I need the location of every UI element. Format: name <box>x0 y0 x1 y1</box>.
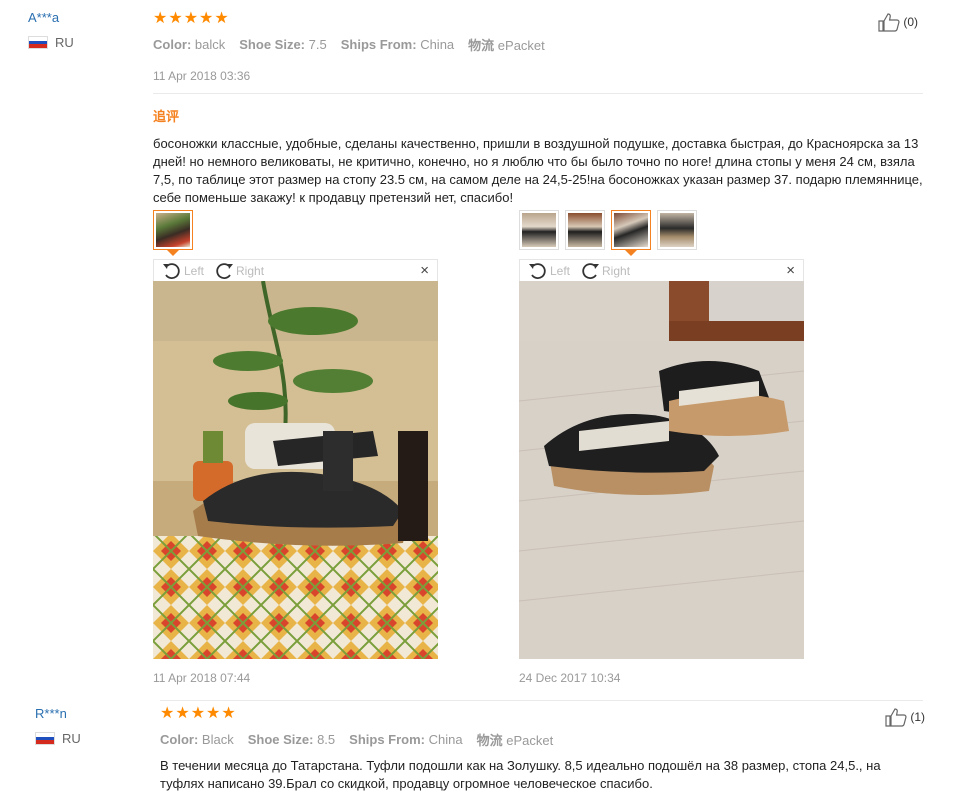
rotate-left-label: Left <box>184 263 205 278</box>
photo-thumbnail[interactable] <box>565 210 605 250</box>
star-icon: ★ <box>160 705 175 722</box>
rotate-right-icon <box>582 262 600 279</box>
photo-viewer-toolbar: Left Right × <box>519 259 804 281</box>
reviewer-country: RU <box>28 35 74 50</box>
thumb-up-icon <box>885 708 907 727</box>
rotate-left-button[interactable]: Left <box>162 262 204 280</box>
reviewer-name: R***n <box>35 706 67 721</box>
star-icon: ★ <box>175 705 190 722</box>
rotate-left-icon <box>529 262 546 279</box>
star-icon: ★ <box>183 10 199 27</box>
photo-thumbnail[interactable] <box>611 210 651 256</box>
rotate-right-button[interactable]: Right <box>580 262 630 280</box>
rotate-left-label: Left <box>550 263 571 278</box>
review-photo-image <box>519 281 804 659</box>
attr-color: Color: Black <box>160 732 234 747</box>
country-code: RU <box>62 731 81 746</box>
attr-shoe-size: Shoe Size: 7.5 <box>239 37 327 52</box>
photo-thumbnails <box>153 210 193 256</box>
review-photo[interactable] <box>153 281 438 659</box>
review-text: В течении месяца до Татарстана. Туфли по… <box>160 758 881 791</box>
photo-viewer: Left Right × <box>153 259 438 659</box>
divider <box>153 93 923 94</box>
review-date: 11 Apr 2018 03:36 <box>153 69 251 83</box>
attr-shoe-size: Shoe Size: 8.5 <box>247 732 336 747</box>
rotate-right-label: Right <box>236 263 265 278</box>
order-attributes: Color: Black Shoe Size: 8.5 Ships From: … <box>160 730 920 749</box>
star-rating: ★ ★ ★ ★ ★ <box>153 11 923 27</box>
photo-thumbnail[interactable] <box>519 210 559 250</box>
helpful-button[interactable]: (0) <box>878 12 918 32</box>
attr-ships-from: Ships From: China <box>340 37 455 52</box>
photo-date: 11 Apr 2018 07:44 <box>153 671 251 685</box>
review-item: A***a RU ★ ★ ★ ★ ★ Color: balck Shoe Siz… <box>0 0 960 700</box>
review-text: босоножки классные, удобные, сделаны кач… <box>153 136 923 205</box>
review-photo[interactable] <box>519 281 804 659</box>
close-icon[interactable]: × <box>420 263 429 278</box>
reviewer-country: RU <box>35 731 81 746</box>
rotate-right-icon <box>216 262 234 279</box>
rotate-left-button[interactable]: Left <box>528 262 570 280</box>
attr-ships-from: Ships From: China <box>349 732 463 747</box>
star-icon: ★ <box>206 705 221 722</box>
photo-thumbnail[interactable] <box>153 210 193 256</box>
order-attributes: Color: balck Shoe Size: 7.5 Ships From: … <box>153 35 923 54</box>
country-code: RU <box>55 35 74 50</box>
helpful-count: (0) <box>903 15 918 29</box>
photo-date: 24 Dec 2017 10:34 <box>519 671 621 685</box>
helpful-button[interactable]: (1) <box>885 707 925 727</box>
star-icon: ★ <box>168 10 183 27</box>
close-icon[interactable]: × <box>786 263 795 278</box>
star-rating: ★ ★ ★ ★ ★ <box>160 706 920 722</box>
star-icon: ★ <box>190 705 206 722</box>
review-photo-image <box>153 281 438 659</box>
attr-logistics: 物流 ePacket <box>468 38 545 53</box>
helpful-count: (1) <box>910 710 925 724</box>
reviewer-name: A***a <box>28 10 60 25</box>
reviewer-info: A***a RU <box>28 10 74 50</box>
rotate-right-label: Right <box>602 263 631 278</box>
star-icon: ★ <box>153 10 168 27</box>
photo-thumbnails <box>519 210 697 256</box>
russia-flag-icon <box>35 732 55 745</box>
additional-feedback-title: 追评 <box>153 109 180 124</box>
divider <box>160 700 923 701</box>
star-icon: ★ <box>214 10 229 27</box>
rotate-left-icon <box>163 262 180 279</box>
review-content: ★ ★ ★ ★ ★ Color: balck Shoe Size: 7.5 Sh… <box>153 11 923 207</box>
review-content: ★ ★ ★ ★ ★ Color: Black Shoe Size: 8.5 Sh… <box>160 706 920 793</box>
rotate-right-button[interactable]: Right <box>214 262 264 280</box>
attr-color: Color: balck <box>153 37 226 52</box>
russia-flag-icon <box>28 36 48 49</box>
attr-logistics: 物流 ePacket <box>476 733 554 748</box>
review-item: R***n RU ★ ★ ★ ★ ★ Color: Black Shoe Siz… <box>0 700 960 806</box>
star-icon: ★ <box>221 705 236 722</box>
thumb-up-icon <box>878 13 900 32</box>
reviewer-info: R***n RU <box>35 706 81 746</box>
star-icon: ★ <box>199 10 214 27</box>
photo-thumbnail[interactable] <box>657 210 697 250</box>
photo-viewer: Left Right × <box>519 259 804 659</box>
photo-viewer-toolbar: Left Right × <box>153 259 438 281</box>
